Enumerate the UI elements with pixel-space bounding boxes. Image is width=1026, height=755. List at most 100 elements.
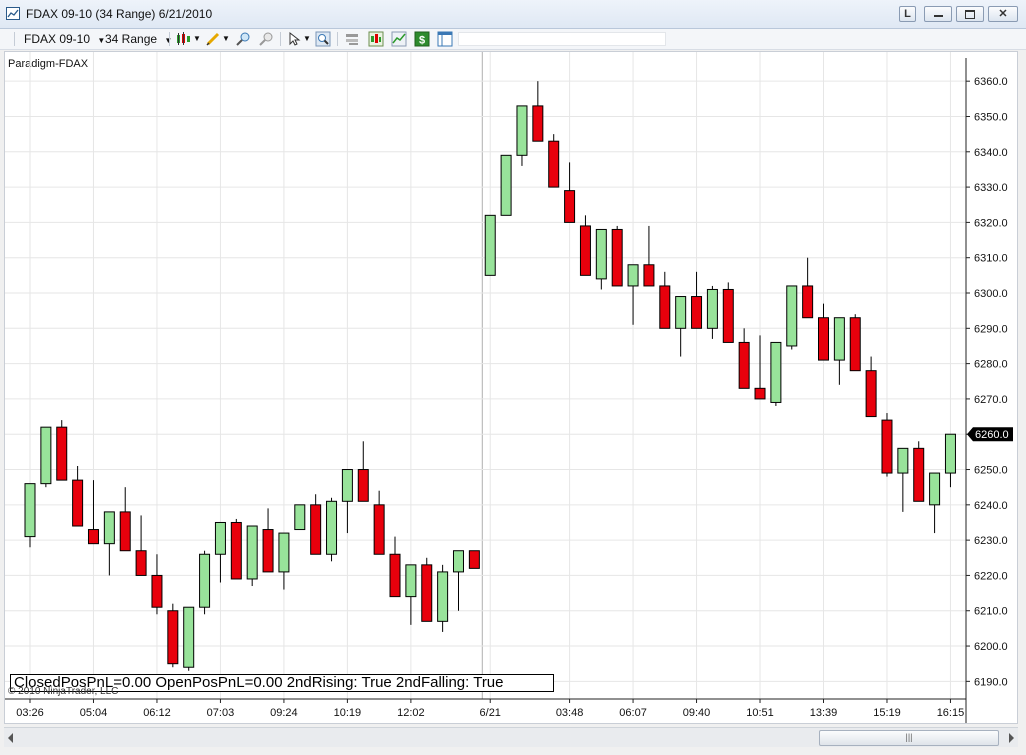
candle-up [595,228,607,290]
candle-up [897,447,909,512]
candle-body [913,447,925,502]
candlestick-chart[interactable]: Paradigm-FDAX 6190.0 6200.0 6210.0 6220.0 62… [5,52,1017,723]
candle-body [659,285,671,329]
close-icon: ✕ [998,8,1008,20]
window-title: FDAX 09-10 (34 Range) 6/21/2010 [26,7,213,21]
candle-down [468,550,480,569]
indicators-icon[interactable] [368,31,384,47]
candle-body [579,225,591,276]
time-tick-label: 06:12 [143,707,171,719]
candle-body [310,504,322,555]
candlestick-icon[interactable] [175,31,191,47]
link-button[interactable]: L [899,6,916,22]
panel-icon[interactable] [437,31,453,47]
chart-app-icon [6,7,20,20]
candle-down [421,557,433,622]
candle-body [897,447,909,474]
candle-body [944,433,956,474]
candle-down [579,215,591,276]
candle-up [24,483,36,548]
candle-up [627,264,639,325]
scroll-right-icon[interactable] [1009,733,1014,743]
magnifier-icon[interactable] [315,31,331,47]
candle-body [230,521,242,580]
candle-down [802,257,814,319]
chart-label: Paradigm-FDAX [8,58,89,70]
price-tick-label: 6220.0 [974,570,1008,582]
candle-body [326,500,338,555]
candle-body [706,288,718,329]
candle-down [389,536,401,598]
candle-body [865,370,877,418]
candle-body [643,264,655,287]
instrument-selector[interactable]: FDAX 09-10 ▼ [24,31,105,47]
candle-body [516,105,528,156]
price-tick-label: 6240.0 [974,500,1008,512]
candle-up [944,433,956,488]
horizontal-gridlines [5,80,966,682]
pointer-icon[interactable] [286,31,302,47]
zoom-out-icon[interactable] [258,31,274,47]
candle-up [833,317,845,385]
candle-down [548,134,560,188]
candle-body [468,550,480,569]
candle-body [373,504,385,555]
scrollbar-thumb[interactable]: ||| [819,730,999,746]
candle-body [56,426,68,481]
candle-down [849,314,861,372]
time-tick-label: 07:03 [207,707,235,719]
price-tick-label: 6300.0 [974,288,1008,300]
candle-up [103,511,115,576]
toolbar-separator [169,32,170,46]
time-tick-label: 12:02 [397,707,425,719]
chevron-down-icon[interactable]: ▼ [303,31,311,47]
candle-body [103,511,115,545]
scroll-left-icon[interactable] [8,733,13,743]
candle-body [437,571,449,622]
candle-down [230,518,242,580]
price-axis-labels: 6190.0 6200.0 6210.0 6220.0 6230.0 6240.0 6250… [966,76,1008,688]
candle-body [135,550,147,576]
candle-down [818,303,829,361]
chevron-down-icon[interactable]: ▼ [222,31,230,47]
candle-body [627,264,639,287]
candle-body [341,469,353,502]
candle-down [56,420,68,481]
properties-icon[interactable] [344,31,360,47]
strategies-icon[interactable] [391,31,407,47]
chevron-down-icon[interactable]: ▼ [193,31,201,47]
close-button[interactable]: ✕ [988,6,1018,22]
candle-body [278,532,290,573]
candle-body [738,341,750,389]
candle-body [151,574,163,608]
candle-up [452,550,464,611]
candle-body [294,504,306,531]
candle-down [659,271,671,329]
price-tick-label: 6310.0 [974,253,1008,265]
candle-up [484,214,496,276]
time-tick-label: 05:04 [80,707,108,719]
price-tick-label: 6340.0 [974,147,1008,159]
candle-down [564,162,576,223]
toolbar-input-field[interactable] [458,32,666,46]
candle-body [452,550,464,573]
restore-button[interactable] [956,6,984,22]
dollar-icon[interactable]: $ [414,31,430,47]
candle-down [151,554,163,615]
candle-body [564,190,576,223]
minimize-icon [933,15,943,17]
pencil-icon[interactable] [205,31,221,47]
candle-body [595,228,607,280]
period-selector[interactable]: 34 Range ▼ [105,31,172,47]
candle-body [675,296,687,329]
candle-down [881,413,893,477]
price-tick-label: 6270.0 [974,394,1008,406]
zoom-in-icon[interactable] [235,31,251,47]
minimize-button[interactable] [924,6,952,22]
candle-up [214,521,226,583]
time-tick-label: 13:39 [810,707,838,719]
candle-body [802,285,814,319]
toolbar-grip [14,32,15,46]
time-tick-label: 09:24 [270,707,298,719]
horizontal-scrollbar[interactable]: ||| [4,727,1018,747]
